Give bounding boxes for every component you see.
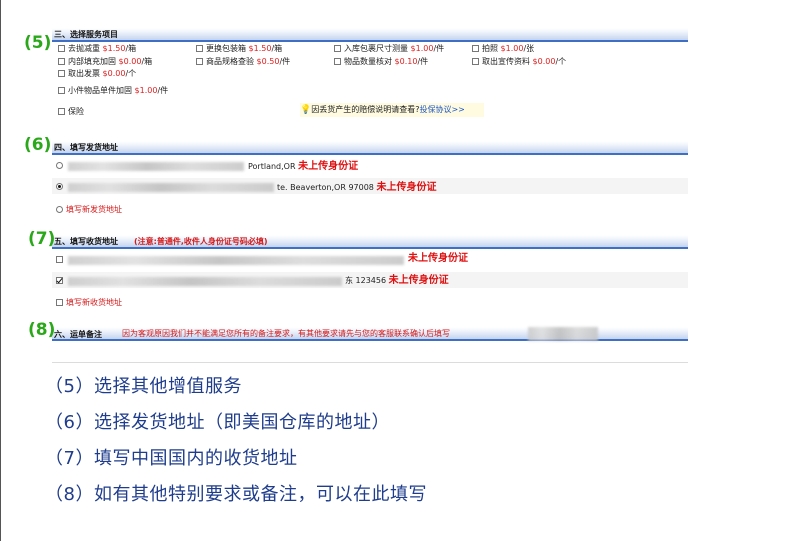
section-title-remarks: 六、运单备注 [54, 330, 102, 339]
checkbox[interactable] [196, 58, 203, 65]
blurred-address [68, 162, 244, 171]
section-bar-ship-from [52, 141, 688, 155]
option-remove-invoice[interactable]: 取出发票 $0.00/个 [58, 69, 136, 79]
step-number-8: (8) [28, 320, 56, 340]
ship-from-address-2[interactable] [56, 182, 66, 192]
step-number-7: (7) [28, 229, 56, 249]
checkbox[interactable] [56, 299, 63, 306]
ship-to-address-1-text: 未上传身份证 [408, 253, 468, 264]
ship-from-address-1-text: Portland,OR 未上传身份证 [248, 161, 359, 172]
checkbox-checked[interactable] [56, 277, 63, 284]
caption-5: （5）选择其他增值服务 [45, 376, 242, 397]
screenshot-panel: 三、选择服务项目 (5) 去抛减重 $1.50/箱 更换包装箱 $1.50/箱 … [2, 0, 702, 365]
insurance-agreement-link[interactable]: 投保协议>> [419, 105, 464, 114]
ship-from-address-1[interactable] [56, 161, 66, 171]
insurance-tip: 💡因丢货产生的赔偿说明请查看?投保协议>> [300, 103, 484, 117]
caption-7: （7）填写中国国内的收货地址 [45, 448, 298, 469]
section-title-ship-from: 四、填写发货地址 [54, 143, 118, 152]
checkbox[interactable] [58, 87, 65, 94]
lightbulb-icon: 💡 [300, 105, 312, 115]
ship-to-address-2[interactable] [56, 276, 66, 286]
checkbox[interactable] [472, 58, 479, 65]
checkbox[interactable] [56, 256, 63, 263]
option-replace-box[interactable]: 更换包装箱 $1.50/箱 [196, 44, 282, 54]
option-fill-reinforce[interactable]: 内部填充加固 $0.00/箱 [58, 57, 152, 67]
checkbox[interactable] [334, 58, 341, 65]
checkbox[interactable] [472, 45, 479, 52]
blurred-address [68, 183, 274, 192]
ship-to-address-2-text: 东 123456 未上传身份证 [345, 275, 449, 286]
blurred-address [68, 277, 342, 286]
blurred-address [68, 256, 404, 265]
ship-to-address-1[interactable] [56, 255, 66, 265]
remarks-input[interactable] [52, 342, 688, 363]
option-small-item-reinforce[interactable]: 小件物品单件加固 $1.00/件 [58, 86, 168, 96]
option-count-check[interactable]: 物品数量核对 $0.10/件 [334, 57, 428, 67]
option-photo[interactable]: 拍照 $1.00/张 [472, 44, 534, 54]
radio-selected[interactable] [56, 183, 63, 190]
option-measure-size[interactable]: 入库包裹尺寸测量 $1.00/件 [334, 44, 444, 54]
checkbox[interactable] [58, 58, 65, 65]
checkbox[interactable] [58, 108, 65, 115]
checkbox[interactable] [196, 45, 203, 52]
section-note-ship-to: (注意:普通件,收件人身份证号码必填) [134, 237, 268, 246]
new-ship-from-address[interactable]: 填写新发货地址 [56, 204, 122, 215]
checkbox[interactable] [58, 70, 65, 77]
section-title-services: 三、选择服务项目 [54, 30, 118, 39]
option-insurance[interactable]: 保险 [58, 107, 84, 117]
section-title-ship-to: 五、填写收货地址 [54, 237, 118, 246]
option-reduce-weight[interactable]: 去抛减重 $1.50/箱 [58, 44, 136, 54]
caption-8: （8）如有其他特别要求或备注，可以在此填写 [45, 484, 427, 505]
caption-6: （6）选择发货地址（即美国仓库的地址） [45, 412, 390, 433]
radio[interactable] [56, 206, 63, 213]
ship-from-address-2-text: te. Beaverton,OR 97008 未上传身份证 [277, 182, 437, 193]
radio[interactable] [56, 162, 63, 169]
option-spec-check[interactable]: 商品规格查验 $0.50/件 [196, 57, 290, 67]
checkbox[interactable] [58, 45, 65, 52]
new-ship-to-address[interactable]: 填写新收货地址 [56, 297, 122, 308]
step-number-6: (6) [24, 135, 52, 155]
checkbox[interactable] [334, 45, 341, 52]
blurred-contact [528, 327, 598, 341]
section-bar-services [52, 28, 688, 42]
option-remove-flyers[interactable]: 取出宣传资料 $0.00/个 [472, 57, 566, 67]
section-note-remarks: 因为客观原因我们并不能满足您所有的备注要求，有其他要求请先与您的客服联系确认后填… [122, 329, 450, 338]
frame-border [0, 0, 1, 541]
step-number-5: (5) [24, 33, 52, 53]
